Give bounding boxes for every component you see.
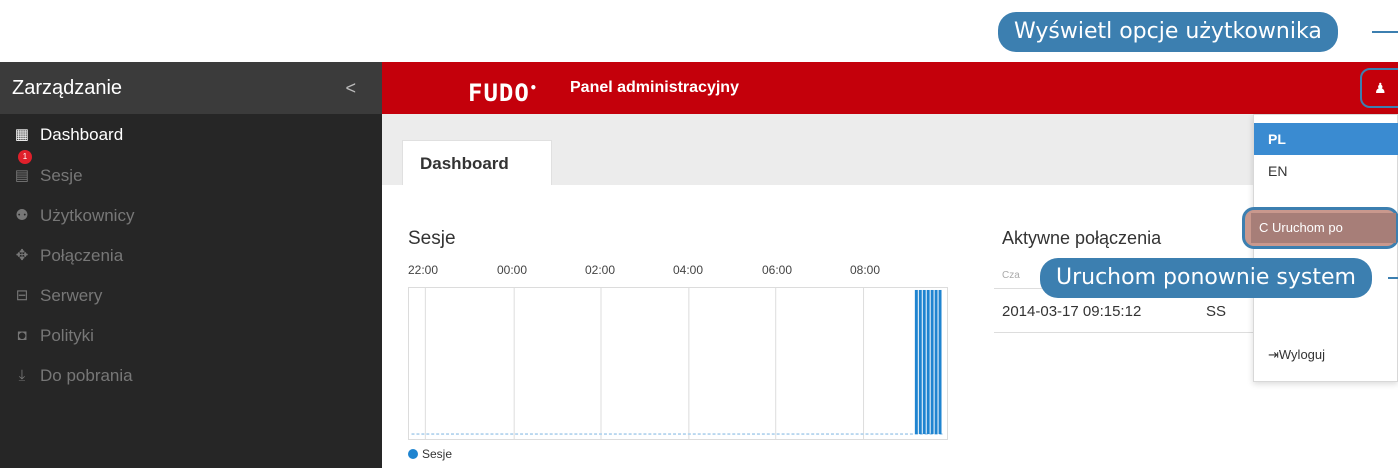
sidebar-item-label: Serwery bbox=[40, 286, 103, 305]
logo: FUDO• bbox=[468, 79, 539, 107]
sidebar-item-polaczenia[interactable]: ✥ Połączenia bbox=[0, 236, 382, 276]
tab-dashboard[interactable]: Dashboard bbox=[402, 140, 552, 185]
logout-icon: ⇥ bbox=[1268, 347, 1279, 362]
panel-title: Panel administracyjny bbox=[570, 79, 739, 96]
sidebar-collapse-button[interactable]: < bbox=[345, 62, 356, 114]
top-bar: FUDO• Panel administracyjny ♟ bbox=[382, 62, 1398, 114]
sidebar-item-label: Do pobrania bbox=[40, 366, 133, 385]
x-tick-label: 08:00 bbox=[850, 263, 881, 277]
x-tick-label: 22:00 bbox=[408, 263, 439, 277]
sidebar-title: Zarządzanie bbox=[12, 77, 123, 99]
restart-label: C Uruchom po bbox=[1251, 213, 1396, 243]
connections-column-header: Cza bbox=[1002, 270, 1020, 281]
sidebar-item-dashboard[interactable]: ▦ Dashboard bbox=[0, 114, 382, 156]
session-bar bbox=[930, 289, 934, 435]
connections-icon: ✥ bbox=[15, 247, 29, 264]
sessions-chart bbox=[408, 287, 948, 440]
sidebar-header: Zarządzanie < bbox=[0, 62, 382, 114]
x-tick-label: 06:00 bbox=[762, 263, 793, 277]
policies-icon: ◘ bbox=[17, 327, 27, 344]
session-bar bbox=[914, 289, 918, 435]
sidebar-item-label: Polityki bbox=[40, 326, 94, 345]
sidebar-item-do-pobrania[interactable]: ⤓ Do pobrania bbox=[0, 356, 382, 396]
session-bar bbox=[934, 289, 938, 435]
sidebar-item-uzytkownicy[interactable]: ⚉ Użytkownicy bbox=[0, 196, 382, 236]
sessions-title: Sesje bbox=[408, 228, 456, 249]
sidebar-item-sesje[interactable]: ▤ 1 Sesje bbox=[0, 150, 382, 196]
sessions-icon: ▤ 1 bbox=[12, 150, 32, 196]
restart-system-callout-line bbox=[1388, 277, 1398, 279]
sidebar-item-serwery[interactable]: ⊟ Serwery bbox=[0, 276, 382, 316]
sidebar-item-label: Użytkownicy bbox=[40, 206, 135, 225]
download-icon: ⤓ bbox=[18, 367, 26, 384]
x-tick-label: 02:00 bbox=[585, 263, 616, 277]
restart-system-callout: Uruchom ponownie system bbox=[1040, 258, 1372, 298]
legend-dot-icon bbox=[408, 449, 418, 459]
session-bar bbox=[938, 289, 942, 435]
sidebar-item-label: Połączenia bbox=[40, 246, 124, 265]
tab-strip: Dashboard bbox=[382, 114, 1398, 185]
session-bar bbox=[918, 289, 922, 435]
user-icon: ♟ bbox=[1374, 80, 1387, 96]
chart-gridlines bbox=[424, 288, 865, 439]
logout-item[interactable]: ⇥Wyloguj bbox=[1254, 339, 1398, 371]
session-bar bbox=[922, 289, 926, 435]
chart-legend: Sesje bbox=[408, 447, 452, 461]
language-option-en[interactable]: EN bbox=[1254, 155, 1398, 187]
user-options-callout-line bbox=[1372, 31, 1398, 33]
notification-badge: 1 bbox=[18, 150, 32, 164]
x-tick-label: 04:00 bbox=[673, 263, 704, 277]
restart-system-item[interactable]: C Uruchom po bbox=[1242, 207, 1398, 249]
language-option-pl[interactable]: PL bbox=[1254, 123, 1398, 155]
legend-label: Sesje bbox=[422, 447, 453, 461]
sidebar-item-label: Dashboard bbox=[40, 125, 124, 144]
users-icon: ⚉ bbox=[15, 207, 29, 224]
servers-icon: ⊟ bbox=[15, 287, 29, 304]
user-menu-button[interactable]: ♟ bbox=[1360, 68, 1398, 108]
session-bar bbox=[926, 289, 930, 435]
sidebar-item-polityki[interactable]: ◘ Polityki bbox=[0, 316, 382, 356]
sidebar-item-label: Sesje bbox=[40, 166, 83, 185]
active-connections-title: Aktywne połączenia bbox=[1002, 228, 1162, 248]
sidebar: Zarządzanie < ▦ Dashboard ▤ 1 Sesje ⚉ Uży… bbox=[0, 62, 382, 468]
logo-text: FUDO bbox=[468, 79, 530, 107]
user-options-callout: Wyświetl opcje użytkownika bbox=[998, 12, 1338, 52]
user-dropdown-menu: PL EN C Uruchom po ⇥Wyloguj bbox=[1242, 114, 1398, 382]
x-tick-label: 00:00 bbox=[497, 263, 528, 277]
logout-label: Wyloguj bbox=[1278, 347, 1326, 362]
